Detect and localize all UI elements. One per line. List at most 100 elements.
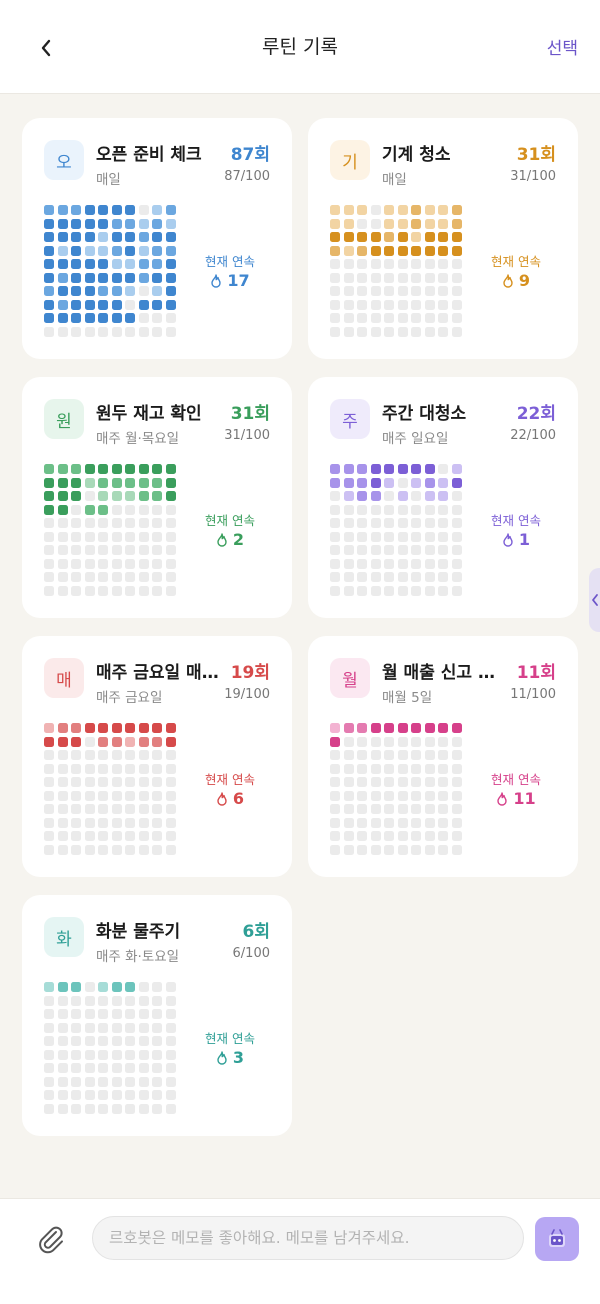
completion-dot [384, 763, 394, 774]
completion-dot [57, 790, 68, 801]
completion-dot [330, 817, 340, 828]
completion-dot [98, 1076, 108, 1087]
completion-dot [98, 245, 108, 256]
completion-dot [451, 218, 462, 229]
completion-dot [84, 558, 95, 569]
completion-dot [84, 286, 95, 296]
completion-dot [44, 763, 54, 774]
routine-badge: 주 [330, 399, 370, 439]
routine-card[interactable]: 월 월 매출 신고 자료 정리 11회매월 5일 11/100 현재 연속 11 [308, 636, 578, 877]
routine-card[interactable]: 오 오픈 준비 체크 87회 매일 87/100 현재 연속 17 [22, 118, 292, 359]
routine-card[interactable]: 원 원두 재고 확인 31회 매주 월·목요일 31/100 현재 연속 2 [22, 377, 292, 618]
completion-dot [98, 205, 108, 215]
streak-value: 9 [474, 271, 558, 290]
completion-dot [71, 777, 81, 787]
completion-dot [57, 844, 68, 855]
completion-dot [57, 205, 68, 215]
completion-dot [397, 205, 408, 215]
completion-dot [125, 272, 135, 283]
routine-card[interactable]: 화 화분 물주기 6회 매주 화·토요일 6/100 현재 연속 3 [22, 895, 292, 1136]
completion-dot [343, 464, 354, 474]
completion-dot [165, 464, 176, 474]
completion-dot [370, 723, 381, 733]
completion-dot [84, 804, 95, 814]
completion-dot [98, 831, 108, 841]
completion-dot [411, 504, 421, 515]
completion-dot [152, 272, 162, 283]
completion-dot [370, 558, 381, 569]
completion-dot [44, 272, 54, 283]
completion-dot [357, 259, 367, 269]
completion-dot [330, 477, 340, 488]
completion-dot [44, 750, 54, 760]
routine-card[interactable]: 주 주간 대청소 22회 매주 일요일 22/100 현재 연속 1 [308, 377, 578, 618]
streak-count: 17 [227, 271, 250, 290]
completion-dot [138, 259, 149, 269]
bot-button[interactable] [535, 1217, 579, 1261]
streak-label: 현재 연속 [205, 1031, 255, 1046]
completion-dot [343, 585, 354, 596]
completion-dot [152, 545, 162, 555]
completion-dot [84, 844, 95, 855]
side-panel-tab[interactable] [589, 568, 600, 632]
select-button[interactable]: 선택 [547, 34, 578, 59]
completion-dot [397, 844, 408, 855]
completion-dot [98, 464, 108, 474]
completion-dot [411, 558, 421, 569]
completion-dot [451, 844, 462, 855]
completion-dot [44, 1036, 54, 1046]
completion-dot [357, 464, 367, 474]
completion-dot [357, 804, 367, 814]
completion-dot [57, 995, 68, 1006]
completion-dot [357, 218, 367, 229]
completion-dot [111, 817, 122, 828]
memo-composer [0, 1198, 600, 1304]
completion-dot [84, 995, 95, 1006]
completion-dot [384, 518, 394, 528]
completion-dot [57, 1063, 68, 1073]
attach-button[interactable] [34, 1223, 68, 1257]
routine-title: 기계 청소 [382, 145, 451, 165]
completion-dot [438, 831, 448, 841]
completion-dot [44, 790, 54, 801]
completion-dot [152, 477, 162, 488]
completion-dot [98, 313, 108, 323]
completion-dot [330, 259, 340, 269]
completion-dot [111, 464, 122, 474]
completion-dot [84, 1036, 95, 1046]
completion-dot [384, 736, 394, 747]
completion-dot [84, 982, 95, 992]
completion-dot [44, 1049, 54, 1060]
completion-dot [370, 326, 381, 337]
completion-dot [111, 736, 122, 747]
completion-dot [98, 982, 108, 992]
completion-dot [397, 750, 408, 760]
completion-dot [84, 585, 95, 596]
completion-dot [57, 464, 68, 474]
completion-dot [44, 995, 54, 1006]
completion-dot [71, 1063, 81, 1073]
completion-dot [343, 259, 354, 269]
page-title: 루틴 기록 [262, 36, 338, 58]
completion-dot [111, 723, 122, 733]
completion-dot [152, 259, 162, 269]
completion-dot [370, 464, 381, 474]
completion-dot [84, 1076, 95, 1087]
completion-dot [330, 723, 340, 733]
completion-dot [330, 750, 340, 760]
completion-dot [357, 545, 367, 555]
completion-dot [165, 831, 176, 841]
completion-dot [438, 736, 448, 747]
completion-dot [44, 205, 54, 215]
memo-input[interactable] [92, 1216, 524, 1260]
completion-dot [57, 326, 68, 337]
completion-dot [57, 1076, 68, 1087]
completion-dot [71, 1022, 81, 1033]
completion-dot [397, 558, 408, 569]
routine-card[interactable]: 매 매주 금요일 매출 정산 19회매주 금요일 19/100 현재 연속 6 [22, 636, 292, 877]
routine-card[interactable]: 기 기계 청소 31회 매일 31/100 현재 연속 9 [308, 118, 578, 359]
streak-count: 3 [232, 1048, 245, 1067]
completion-dot [343, 313, 354, 323]
completion-dot [384, 218, 394, 229]
completion-dot [384, 545, 394, 555]
